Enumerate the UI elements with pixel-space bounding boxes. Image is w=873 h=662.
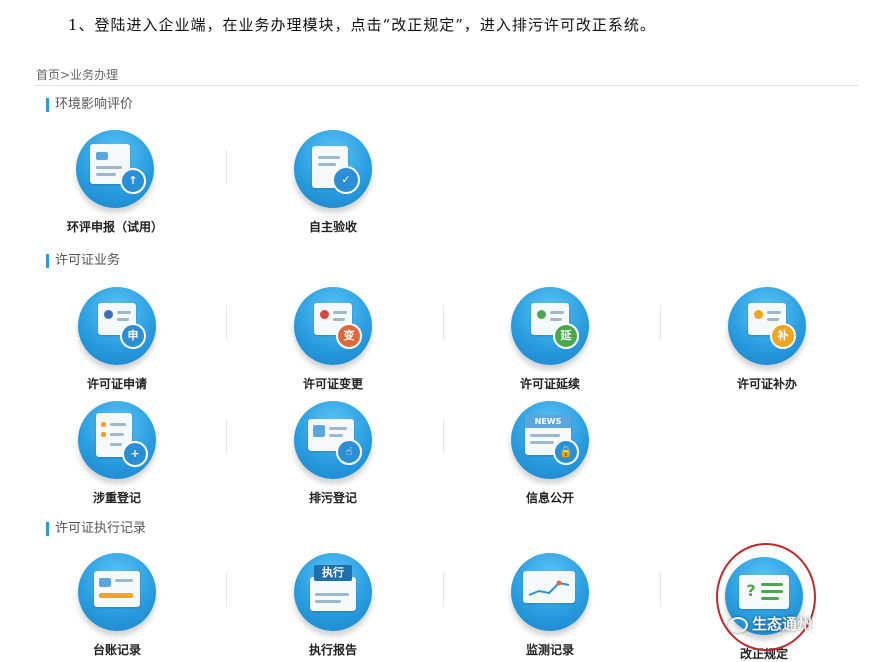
tile-label: 排污登记 xyxy=(308,491,357,505)
execution-report-icon: 执行 xyxy=(294,553,372,631)
document-upload-icon: ↑ xyxy=(76,130,154,208)
tile-execution-report[interactable]: 执行 执行报告 xyxy=(258,553,408,658)
tile-divider xyxy=(660,573,661,607)
tile-divider xyxy=(226,150,227,184)
tile-heavy-metal-registration[interactable]: + 涉重登记 xyxy=(42,401,192,506)
tile-monitoring-records[interactable]: 监测记录 xyxy=(475,553,625,658)
instruction-text: 1、登陆进入企业端，在业务办理模块，点击“改正规定”，进入排污许可改正系统。 xyxy=(68,16,656,34)
ledger-icon xyxy=(78,553,156,631)
tile-label: 许可证补办 xyxy=(736,377,797,391)
news-lock-icon: NEWS 🔒 xyxy=(511,401,589,479)
highlight-circle xyxy=(716,543,816,651)
wechat-icon xyxy=(728,616,748,633)
tile-label: 涉重登记 xyxy=(92,491,141,505)
tile-pollution-registration[interactable]: ☝ 排污登记 xyxy=(258,401,408,506)
section-title-permit-business: 许可证业务 xyxy=(46,254,120,268)
tile-divider xyxy=(660,305,661,339)
tile-divider xyxy=(443,420,444,454)
tile-divider xyxy=(226,573,227,607)
id-card-pointer-icon: ☝ xyxy=(294,401,372,479)
tile-label: 许可证延续 xyxy=(519,377,580,391)
breadcrumb: 首页>业务办理 xyxy=(36,66,118,83)
checklist-add-icon: + xyxy=(78,401,156,479)
tile-label: 许可证申请 xyxy=(86,377,147,391)
clipboard-check-icon: ✓ xyxy=(294,130,372,208)
tile-ledger-records[interactable]: 台账记录 xyxy=(42,553,192,658)
monitor-chart-icon xyxy=(511,553,589,631)
tile-eia-declaration[interactable]: ↑ 环评申报（试用） xyxy=(40,130,190,235)
tile-self-acceptance[interactable]: ✓ 自主验收 xyxy=(258,130,408,235)
certificate-apply-icon: 申 xyxy=(78,287,156,365)
watermark: 生态通州 xyxy=(728,613,812,634)
certificate-extend-icon: 延 xyxy=(511,287,589,365)
header-divider xyxy=(34,85,859,86)
breadcrumb-separator: > xyxy=(60,68,71,82)
tile-info-disclosure[interactable]: NEWS 🔒 信息公开 xyxy=(475,401,625,506)
tile-divider xyxy=(226,305,227,339)
tile-divider xyxy=(443,573,444,607)
tile-permit-apply[interactable]: 申 许可证申请 xyxy=(42,287,192,392)
tile-label: 监测记录 xyxy=(525,643,574,657)
tile-divider xyxy=(226,420,227,454)
tile-label: 许可证变更 xyxy=(302,377,363,391)
tile-label: 台账记录 xyxy=(92,643,141,657)
certificate-change-icon: 变 xyxy=(294,287,372,365)
section-title-execution-records: 许可证执行记录 xyxy=(46,522,146,536)
tile-label: 信息公开 xyxy=(525,491,574,505)
tile-label: 自主验收 xyxy=(308,220,357,234)
tile-divider xyxy=(443,305,444,339)
tile-permit-reissue[interactable]: 补 许可证补办 xyxy=(692,287,842,392)
breadcrumb-current: 业务办理 xyxy=(70,68,119,82)
tile-permit-extend[interactable]: 延 许可证延续 xyxy=(475,287,625,392)
breadcrumb-home[interactable]: 首页 xyxy=(36,68,60,82)
tile-permit-change[interactable]: 变 许可证变更 xyxy=(258,287,408,392)
tile-label: 执行报告 xyxy=(308,643,357,657)
section-title-eia: 环境影响评价 xyxy=(46,98,133,112)
certificate-reissue-icon: 补 xyxy=(728,287,806,365)
tile-label: 环评申报（试用） xyxy=(66,220,163,234)
